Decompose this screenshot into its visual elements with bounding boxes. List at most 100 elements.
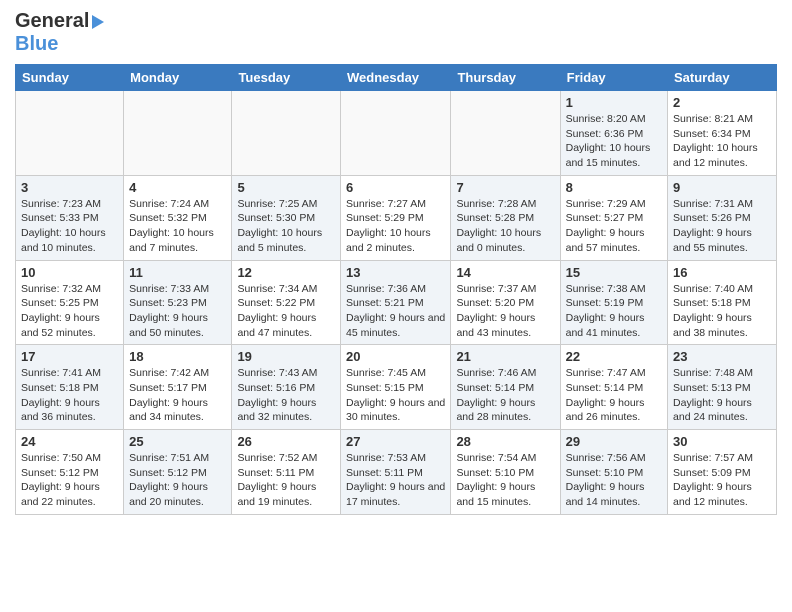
day-info: Sunrise: 7:34 AM Sunset: 5:22 PM Dayligh… [237,282,335,341]
calendar-day-cell: 23 Sunrise: 7:48 AM Sunset: 5:13 PM Dayli… [668,345,777,430]
day-info: Sunrise: 8:21 AM Sunset: 6:34 PM Dayligh… [673,112,771,171]
calendar-day-cell: 25Sunrise: 7:51 AM Sunset: 5:12 PM Dayli… [124,430,232,515]
day-info: Sunrise: 7:38 AM Sunset: 5:19 PM Dayligh… [566,282,662,341]
day-info: Sunrise: 7:29 AM Sunset: 5:27 PM Dayligh… [566,197,662,256]
logo-text-general: General [15,10,89,33]
day-number: 8 [566,180,662,195]
day-number: 5 [237,180,335,195]
calendar-day-cell: 7 Sunrise: 7:28 AM Sunset: 5:28 PM Daylig… [451,175,560,260]
day-number: 7 [456,180,554,195]
calendar-day-cell: 29 Sunrise: 7:56 AM Sunset: 5:10 PM Dayli… [560,430,667,515]
weekday-header-sunday: Sunday [16,65,124,91]
calendar-week-row: 10 Sunrise: 7:32 AM Sunset: 5:25 PM Dayli… [16,260,777,345]
weekday-header-saturday: Saturday [668,65,777,91]
day-info: Sunrise: 7:47 AM Sunset: 5:14 PM Dayligh… [566,366,662,425]
calendar-table: SundayMondayTuesdayWednesdayThursdayFrid… [15,64,777,515]
calendar-day-cell: 17 Sunrise: 7:41 AM Sunset: 5:18 PM Dayli… [16,345,124,430]
calendar-day-cell: 30 Sunrise: 7:57 AM Sunset: 5:09 PM Dayli… [668,430,777,515]
day-number: 29 [566,434,662,449]
day-number: 21 [456,349,554,364]
day-info: Sunrise: 7:36 AM Sunset: 5:21 PM Dayligh… [346,282,445,341]
calendar-day-cell: 8 Sunrise: 7:29 AM Sunset: 5:27 PM Daylig… [560,175,667,260]
day-number: 12 [237,265,335,280]
calendar-week-row: 3 Sunrise: 7:23 AM Sunset: 5:33 PM Daylig… [16,175,777,260]
weekday-header-thursday: Thursday [451,65,560,91]
weekday-header-friday: Friday [560,65,667,91]
day-number: 6 [346,180,445,195]
calendar-day-cell: 21 Sunrise: 7:46 AM Sunset: 5:14 PM Dayli… [451,345,560,430]
day-info: Sunrise: 7:27 AM Sunset: 5:29 PM Dayligh… [346,197,445,256]
day-info: Sunrise: 7:43 AM Sunset: 5:16 PM Dayligh… [237,366,335,425]
day-info: Sunrise: 7:41 AM Sunset: 5:18 PM Dayligh… [21,366,118,425]
day-number: 16 [673,265,771,280]
day-number: 20 [346,349,445,364]
day-info: Sunrise: 7:23 AM Sunset: 5:33 PM Dayligh… [21,197,118,256]
calendar-week-row: 1 Sunrise: 8:20 AM Sunset: 6:36 PM Daylig… [16,91,777,176]
calendar-day-cell: 22 Sunrise: 7:47 AM Sunset: 5:14 PM Dayli… [560,345,667,430]
calendar-day-cell [341,91,451,176]
calendar-day-cell: 18 Sunrise: 7:42 AM Sunset: 5:17 PM Dayli… [124,345,232,430]
calendar-day-cell [16,91,124,176]
logo: General Blue [15,10,104,56]
calendar-day-cell: 11 Sunrise: 7:33 AM Sunset: 5:23 PM Dayli… [124,260,232,345]
day-number: 30 [673,434,771,449]
calendar-day-cell: 1 Sunrise: 8:20 AM Sunset: 6:36 PM Daylig… [560,91,667,176]
calendar-day-cell: 26 Sunrise: 7:52 AM Sunset: 5:11 PM Dayli… [232,430,341,515]
calendar-day-cell [232,91,341,176]
day-number: 26 [237,434,335,449]
calendar-week-row: 24 Sunrise: 7:50 AM Sunset: 5:12 PM Dayli… [16,430,777,515]
logo-triangle-icon [92,15,104,29]
day-number: 25 [129,434,226,449]
calendar-day-cell: 20 Sunrise: 7:45 AM Sunset: 5:15 PM Dayli… [341,345,451,430]
day-number: 27 [346,434,445,449]
day-info: Sunrise: 7:54 AM Sunset: 5:10 PM Dayligh… [456,451,554,510]
day-info: Sunrise: 7:52 AM Sunset: 5:11 PM Dayligh… [237,451,335,510]
calendar-day-cell: 6 Sunrise: 7:27 AM Sunset: 5:29 PM Daylig… [341,175,451,260]
day-number: 24 [21,434,118,449]
weekday-header-wednesday: Wednesday [341,65,451,91]
day-info: Sunrise: 7:50 AM Sunset: 5:12 PM Dayligh… [21,451,118,510]
day-number: 19 [237,349,335,364]
calendar-day-cell [124,91,232,176]
day-info: Sunrise: 7:42 AM Sunset: 5:17 PM Dayligh… [129,366,226,425]
day-info: Sunrise: 7:37 AM Sunset: 5:20 PM Dayligh… [456,282,554,341]
day-info: Sunrise: 7:53 AM Sunset: 5:11 PM Dayligh… [346,451,445,510]
weekday-header-row: SundayMondayTuesdayWednesdayThursdayFrid… [16,65,777,91]
day-number: 18 [129,349,226,364]
day-info: Sunrise: 7:32 AM Sunset: 5:25 PM Dayligh… [21,282,118,341]
day-info: Sunrise: 7:57 AM Sunset: 5:09 PM Dayligh… [673,451,771,510]
day-info: Sunrise: 7:56 AM Sunset: 5:10 PM Dayligh… [566,451,662,510]
day-info: Sunrise: 7:31 AM Sunset: 5:26 PM Dayligh… [673,197,771,256]
day-info: Sunrise: 7:46 AM Sunset: 5:14 PM Dayligh… [456,366,554,425]
calendar-day-cell: 16 Sunrise: 7:40 AM Sunset: 5:18 PM Dayli… [668,260,777,345]
day-info: Sunrise: 7:25 AM Sunset: 5:30 PM Dayligh… [237,197,335,256]
day-info: Sunrise: 7:45 AM Sunset: 5:15 PM Dayligh… [346,366,445,425]
weekday-header-monday: Monday [124,65,232,91]
day-number: 1 [566,95,662,110]
calendar-day-cell: 5 Sunrise: 7:25 AM Sunset: 5:30 PM Daylig… [232,175,341,260]
day-number: 22 [566,349,662,364]
calendar-day-cell: 14 Sunrise: 7:37 AM Sunset: 5:20 PM Dayli… [451,260,560,345]
day-number: 17 [21,349,118,364]
day-info: Sunrise: 7:40 AM Sunset: 5:18 PM Dayligh… [673,282,771,341]
calendar-day-cell: 9 Sunrise: 7:31 AM Sunset: 5:26 PM Daylig… [668,175,777,260]
day-number: 14 [456,265,554,280]
day-number: 3 [21,180,118,195]
day-number: 9 [673,180,771,195]
day-info: Sunrise: 7:24 AM Sunset: 5:32 PM Dayligh… [129,197,226,256]
calendar-week-row: 17 Sunrise: 7:41 AM Sunset: 5:18 PM Dayli… [16,345,777,430]
day-number: 10 [21,265,118,280]
day-number: 11 [129,265,226,280]
day-number: 15 [566,265,662,280]
day-info: Sunrise: 7:28 AM Sunset: 5:28 PM Dayligh… [456,197,554,256]
calendar-day-cell: 4Sunrise: 7:24 AM Sunset: 5:32 PM Daylig… [124,175,232,260]
day-info: Sunrise: 7:48 AM Sunset: 5:13 PM Dayligh… [673,366,771,425]
day-number: 13 [346,265,445,280]
calendar-day-cell: 13 Sunrise: 7:36 AM Sunset: 5:21 PM Dayli… [341,260,451,345]
calendar-day-cell: 2 Sunrise: 8:21 AM Sunset: 6:34 PM Daylig… [668,91,777,176]
calendar-day-cell: 15 Sunrise: 7:38 AM Sunset: 5:19 PM Dayli… [560,260,667,345]
day-number: 23 [673,349,771,364]
day-info: Sunrise: 8:20 AM Sunset: 6:36 PM Dayligh… [566,112,662,171]
day-number: 2 [673,95,771,110]
day-info: Sunrise: 7:33 AM Sunset: 5:23 PM Dayligh… [129,282,226,341]
